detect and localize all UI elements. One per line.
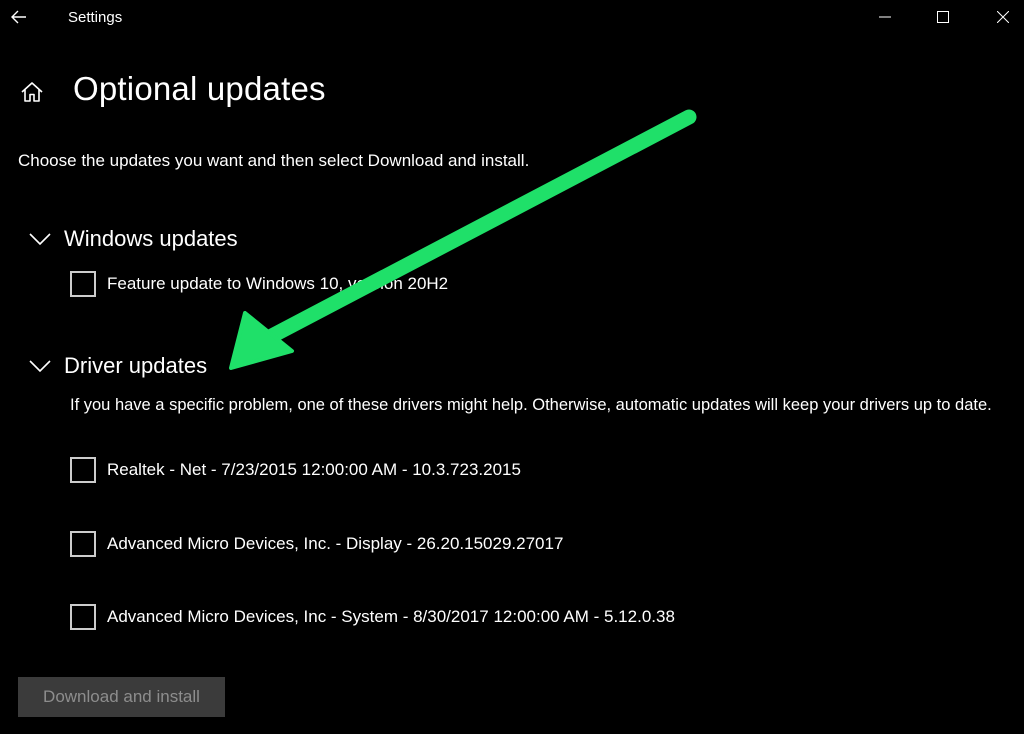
driver-row-amd-system[interactable]: Advanced Micro Devices, Inc - System - 8… (70, 604, 675, 630)
driver-updates-description: If you have a specific problem, one of t… (70, 396, 992, 414)
realtek-checkbox[interactable] (70, 457, 96, 483)
intro-text: Choose the updates you want and then sel… (18, 151, 530, 170)
close-icon (997, 11, 1009, 23)
maximize-icon (937, 11, 949, 23)
back-arrow-icon (11, 10, 26, 24)
amd-system-label: Advanced Micro Devices, Inc - System - 8… (107, 607, 675, 626)
chevron-down-icon (26, 356, 54, 376)
back-button[interactable] (0, 0, 38, 34)
annotation-arrow-head (229, 311, 294, 370)
settings-window: Settings Optional updates Choose the upd… (0, 0, 1024, 734)
chevron-down-icon (26, 229, 54, 249)
title-bar: Settings (0, 0, 1024, 34)
driver-updates-title: Driver updates (64, 353, 208, 378)
driver-updates-header[interactable]: Driver updates (26, 353, 207, 379)
maximize-button[interactable] (920, 0, 966, 34)
amd-display-label: Advanced Micro Devices, Inc. - Display -… (107, 534, 564, 553)
page-title: Optional updates (73, 70, 326, 107)
amd-system-checkbox[interactable] (70, 604, 96, 630)
minimize-icon (879, 16, 891, 18)
home-icon (21, 82, 43, 102)
minimize-button[interactable] (862, 0, 908, 34)
windows-updates-title: Windows updates (64, 226, 238, 251)
realtek-label: Realtek - Net - 7/23/2015 12:00:00 AM - … (107, 460, 521, 479)
close-button[interactable] (980, 0, 1024, 34)
feature-update-checkbox[interactable] (70, 271, 96, 297)
driver-row-amd-display[interactable]: Advanced Micro Devices, Inc. - Display -… (70, 531, 563, 557)
feature-update-row[interactable]: Feature update to Windows 10, version 20… (70, 271, 448, 297)
windows-updates-header[interactable]: Windows updates (26, 226, 238, 252)
download-and-install-button[interactable]: Download and install (18, 677, 225, 717)
driver-row-realtek[interactable]: Realtek - Net - 7/23/2015 12:00:00 AM - … (70, 457, 521, 483)
app-title: Settings (68, 9, 123, 26)
amd-display-checkbox[interactable] (70, 531, 96, 557)
feature-update-label: Feature update to Windows 10, version 20… (107, 274, 449, 293)
home-button[interactable] (14, 74, 50, 110)
